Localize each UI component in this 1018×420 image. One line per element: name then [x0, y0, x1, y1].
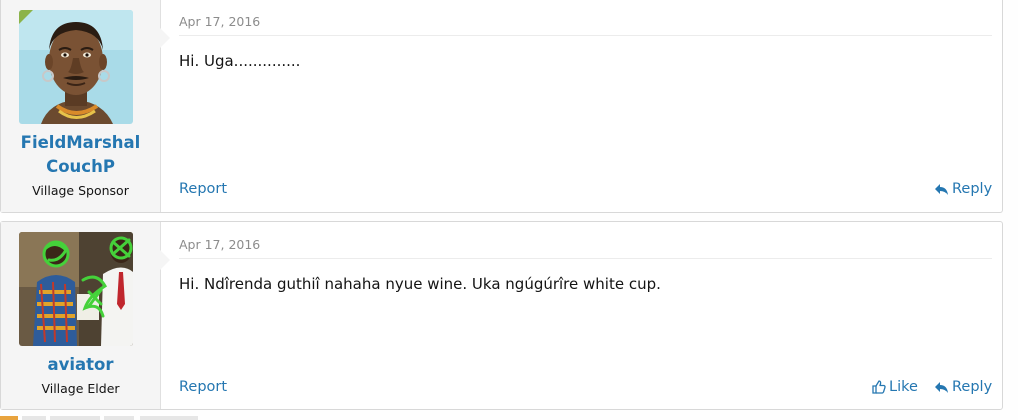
username-line-1: FieldMarshal — [20, 133, 141, 152]
reply-arrow-icon — [935, 183, 948, 195]
reply-button[interactable]: Reply — [934, 379, 992, 395]
report-label: Report — [179, 181, 228, 197]
photo-avatar-with-green-scribbles-icon — [19, 232, 133, 346]
post-date[interactable]: Apr 17, 2016 — [179, 14, 260, 29]
user-title: Village Sponsor — [32, 183, 129, 198]
username-link[interactable]: FieldMarshal CouchP — [1, 131, 160, 179]
message-body: Hi. Ndîrenda guthiî nahaha nyue wine. Uk… — [179, 275, 661, 293]
like-button[interactable]: Like — [872, 379, 918, 395]
thumbs-up-icon — [872, 380, 886, 394]
next-post-edge — [0, 414, 200, 420]
report-link[interactable]: Report — [179, 379, 227, 395]
post-header-divider — [179, 258, 992, 259]
post-header-divider — [179, 35, 992, 36]
post-date[interactable]: Apr 17, 2016 — [179, 237, 260, 252]
message-post: aviator Village Elder Apr 17, 2016 Hi. N… — [0, 221, 1003, 410]
username-line-2: CouchP — [46, 157, 115, 176]
message-user-info: aviator Village Elder — [1, 222, 170, 409]
user-avatar[interactable] — [19, 10, 133, 124]
reply-button[interactable]: Reply — [934, 181, 992, 197]
message-body: Hi. Uga.............. — [179, 52, 301, 70]
reply-label: Reply — [952, 379, 993, 395]
reply-arrow-icon — [935, 381, 948, 393]
report-label: Report — [179, 379, 228, 395]
like-label: Like — [889, 379, 918, 395]
user-avatar[interactable] — [19, 232, 133, 346]
report-link[interactable]: Report — [179, 181, 227, 197]
illustrated-portrait-avatar-icon — [19, 10, 133, 124]
reply-label: Reply — [952, 181, 993, 197]
user-title: Village Elder — [41, 381, 120, 396]
message-post: FieldMarshal CouchP Village Sponsor Apr … — [0, 0, 1003, 213]
username-link[interactable]: aviator — [1, 353, 160, 377]
message-user-info: FieldMarshal CouchP Village Sponsor — [1, 0, 170, 212]
